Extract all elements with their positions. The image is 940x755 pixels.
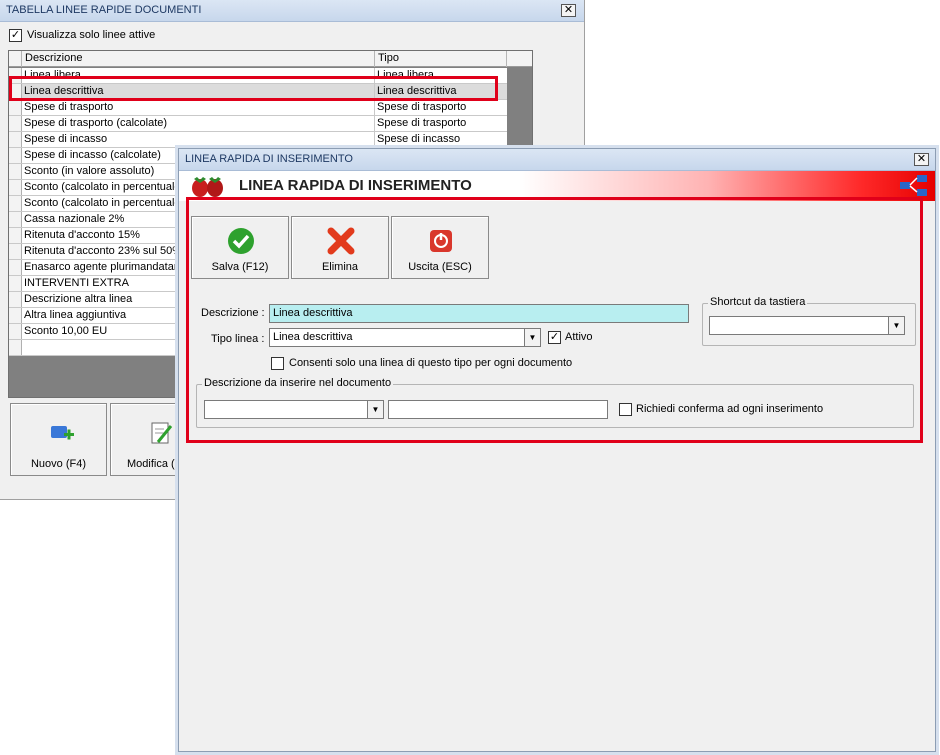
cell-tipo: Spese di trasporto <box>377 101 467 113</box>
cell-tipo: Linea descrittiva <box>377 85 457 97</box>
row-indicator[interactable] <box>9 180 22 195</box>
save-button-label: Salva (F12) <box>211 261 269 273</box>
row-indicator[interactable] <box>9 84 22 99</box>
table-row[interactable]: Spese di trasporto (calcolate) Spese di t… <box>9 116 507 132</box>
active-only-checkbox[interactable]: ✓ <box>9 29 22 42</box>
row-indicator[interactable] <box>9 148 22 163</box>
cell-descrizione: Spese di incasso <box>24 133 108 145</box>
one-per-document-checkbox[interactable] <box>271 357 284 370</box>
banner-title: LINEA RAPIDA DI INSERIMENTO <box>239 177 472 194</box>
row-indicator[interactable] <box>9 228 22 243</box>
description-label: Descrizione : <box>201 307 265 319</box>
type-label: Tipo linea : <box>211 333 265 345</box>
row-indicator[interactable] <box>9 132 22 147</box>
type-select[interactable]: Linea descrittiva ▼ <box>269 328 541 347</box>
row-indicator[interactable] <box>9 212 22 227</box>
type-select-value: Linea descrittiva <box>273 331 353 343</box>
active-checkbox[interactable]: ✓ <box>548 331 561 344</box>
row-indicator[interactable] <box>9 308 22 323</box>
active-label: Attivo <box>565 331 593 343</box>
cell-descrizione: Linea libera <box>24 69 81 81</box>
table-row[interactable]: Spese di trasporto Spese di trasporto <box>9 100 507 116</box>
row-indicator[interactable] <box>9 68 22 83</box>
cell-tipo: Linea libera <box>377 69 434 81</box>
cell-descrizione: Spese di trasporto <box>24 101 114 113</box>
column-header-tipo[interactable]: Tipo <box>375 51 507 67</box>
checkmark-icon <box>228 228 254 254</box>
row-indicator[interactable] <box>9 116 22 131</box>
row-indicator[interactable] <box>9 340 22 355</box>
document-description-group-label: Descrizione da inserire nel documento <box>202 377 394 389</box>
table-row[interactable]: Linea descrittiva Linea descrittiva <box>9 84 507 100</box>
shortcut-select[interactable]: ▼ <box>709 316 905 335</box>
table-row[interactable]: Spese di incasso Spese di incasso <box>9 132 507 148</box>
description-field[interactable]: Linea descrittiva <box>269 304 689 323</box>
close-icon[interactable]: ✕ <box>914 153 929 166</box>
shortcut-group: Shortcut da tastiera ▼ <box>702 296 916 346</box>
chevron-down-icon[interactable]: ▼ <box>888 317 904 334</box>
window-title: TABELLA LINEE RAPIDE DOCUMENTI <box>6 4 202 16</box>
add-icon <box>51 426 74 440</box>
row-indicator[interactable] <box>9 100 22 115</box>
row-indicator[interactable] <box>9 324 22 339</box>
exit-button[interactable]: Uscita (ESC) <box>391 216 489 279</box>
document-description-group: Descrizione da inserire nel documento ▼ … <box>196 377 914 428</box>
grid-header: Descrizione Tipo <box>9 51 532 67</box>
confirm-each-insert-label: Richiedi conferma ad ogni inserimento <box>636 403 824 415</box>
document-description-text[interactable] <box>388 400 608 419</box>
active-only-label: Visualizza solo linee attive <box>27 29 156 41</box>
shortcut-group-label: Shortcut da tastiera <box>708 296 808 308</box>
network-icon[interactable] <box>899 174 929 198</box>
column-header-descrizione[interactable]: Descrizione <box>22 51 375 67</box>
cell-tipo: Spese di incasso <box>377 133 461 145</box>
chevron-down-icon[interactable]: ▼ <box>524 329 540 346</box>
delete-x-icon <box>327 227 355 255</box>
confirm-each-insert-checkbox[interactable] <box>619 403 632 416</box>
cell-descrizione: Linea descrittiva <box>24 85 104 97</box>
window-title: LINEA RAPIDA DI INSERIMENTO <box>185 153 353 165</box>
document-description-select[interactable]: ▼ <box>204 400 384 419</box>
delete-button-label: Elimina <box>321 261 359 273</box>
new-button[interactable]: Nuovo (F4) <box>10 403 107 476</box>
cell-tipo: Spese di trasporto <box>377 117 467 129</box>
row-indicator[interactable] <box>9 164 22 179</box>
save-button[interactable]: Salva (F12) <box>191 216 289 279</box>
delete-button[interactable]: Elimina <box>291 216 389 279</box>
row-indicator[interactable] <box>9 244 22 259</box>
one-per-document-label: Consenti solo una linea di questo tipo p… <box>289 357 573 369</box>
row-indicator[interactable] <box>9 260 22 275</box>
header-banner: LINEA RAPIDA DI INSERIMENTO <box>179 171 935 201</box>
window-titlebar: TABELLA LINEE RAPIDE DOCUMENTI <box>0 0 584 22</box>
edit-icon <box>151 422 173 444</box>
cell-descrizione: Spese di trasporto (calcolate) <box>24 117 168 129</box>
table-row[interactable]: Linea libera Linea libera <box>9 68 507 84</box>
row-indicator[interactable] <box>9 292 22 307</box>
quick-line-insert-window: LINEA RAPIDA DI INSERIMENTO ✕ LINEA RAPI… <box>178 148 936 752</box>
exit-button-label: Uscita (ESC) <box>408 261 472 273</box>
window-titlebar: LINEA RAPIDA DI INSERIMENTO <box>179 149 935 171</box>
power-icon <box>430 230 452 252</box>
row-indicator[interactable] <box>9 196 22 211</box>
chevron-down-icon[interactable]: ▼ <box>367 401 383 418</box>
new-button-label: Nuovo (F4) <box>30 458 87 470</box>
strawberry-icon <box>192 177 223 197</box>
close-icon[interactable]: ✕ <box>561 4 576 17</box>
row-indicator[interactable] <box>9 276 22 291</box>
